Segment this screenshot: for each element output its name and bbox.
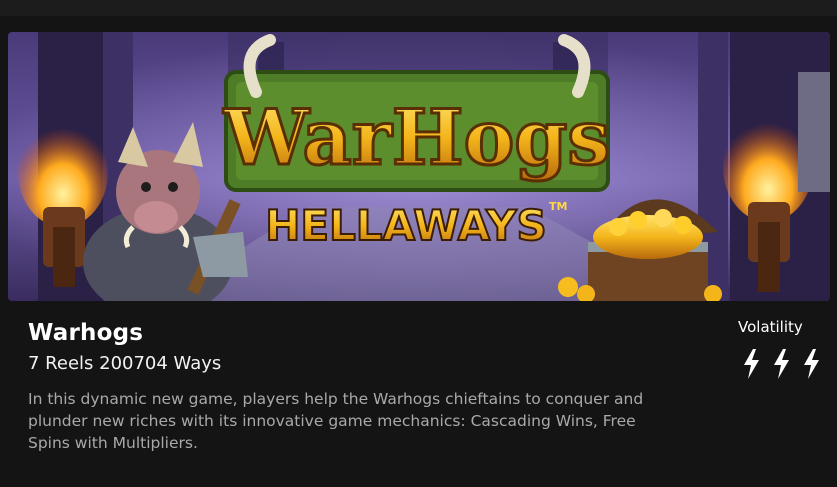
lightning-bolt-icon bbox=[744, 349, 759, 379]
lightning-bolt-icon bbox=[804, 349, 819, 379]
logo-tm-text: TM bbox=[549, 200, 567, 213]
logo-sub-text: HELLAWAYS bbox=[265, 201, 547, 250]
logo-main-text: WarHogs bbox=[223, 93, 610, 182]
game-title[interactable]: Warhogs bbox=[28, 320, 143, 346]
top-strip bbox=[0, 0, 837, 16]
game-card[interactable]: WarHogs HELLAWAYS TM Warhogs 7 Reels 200… bbox=[0, 16, 837, 487]
volatility-label: Volatility bbox=[738, 318, 803, 336]
game-reels-ways: 7 Reels 200704 Ways bbox=[28, 353, 222, 374]
volatility-rating bbox=[743, 349, 820, 379]
lightning-bolt-icon bbox=[774, 349, 789, 379]
game-banner-image[interactable]: WarHogs HELLAWAYS TM bbox=[8, 32, 830, 301]
game-description: In this dynamic new game, players help t… bbox=[28, 390, 644, 452]
